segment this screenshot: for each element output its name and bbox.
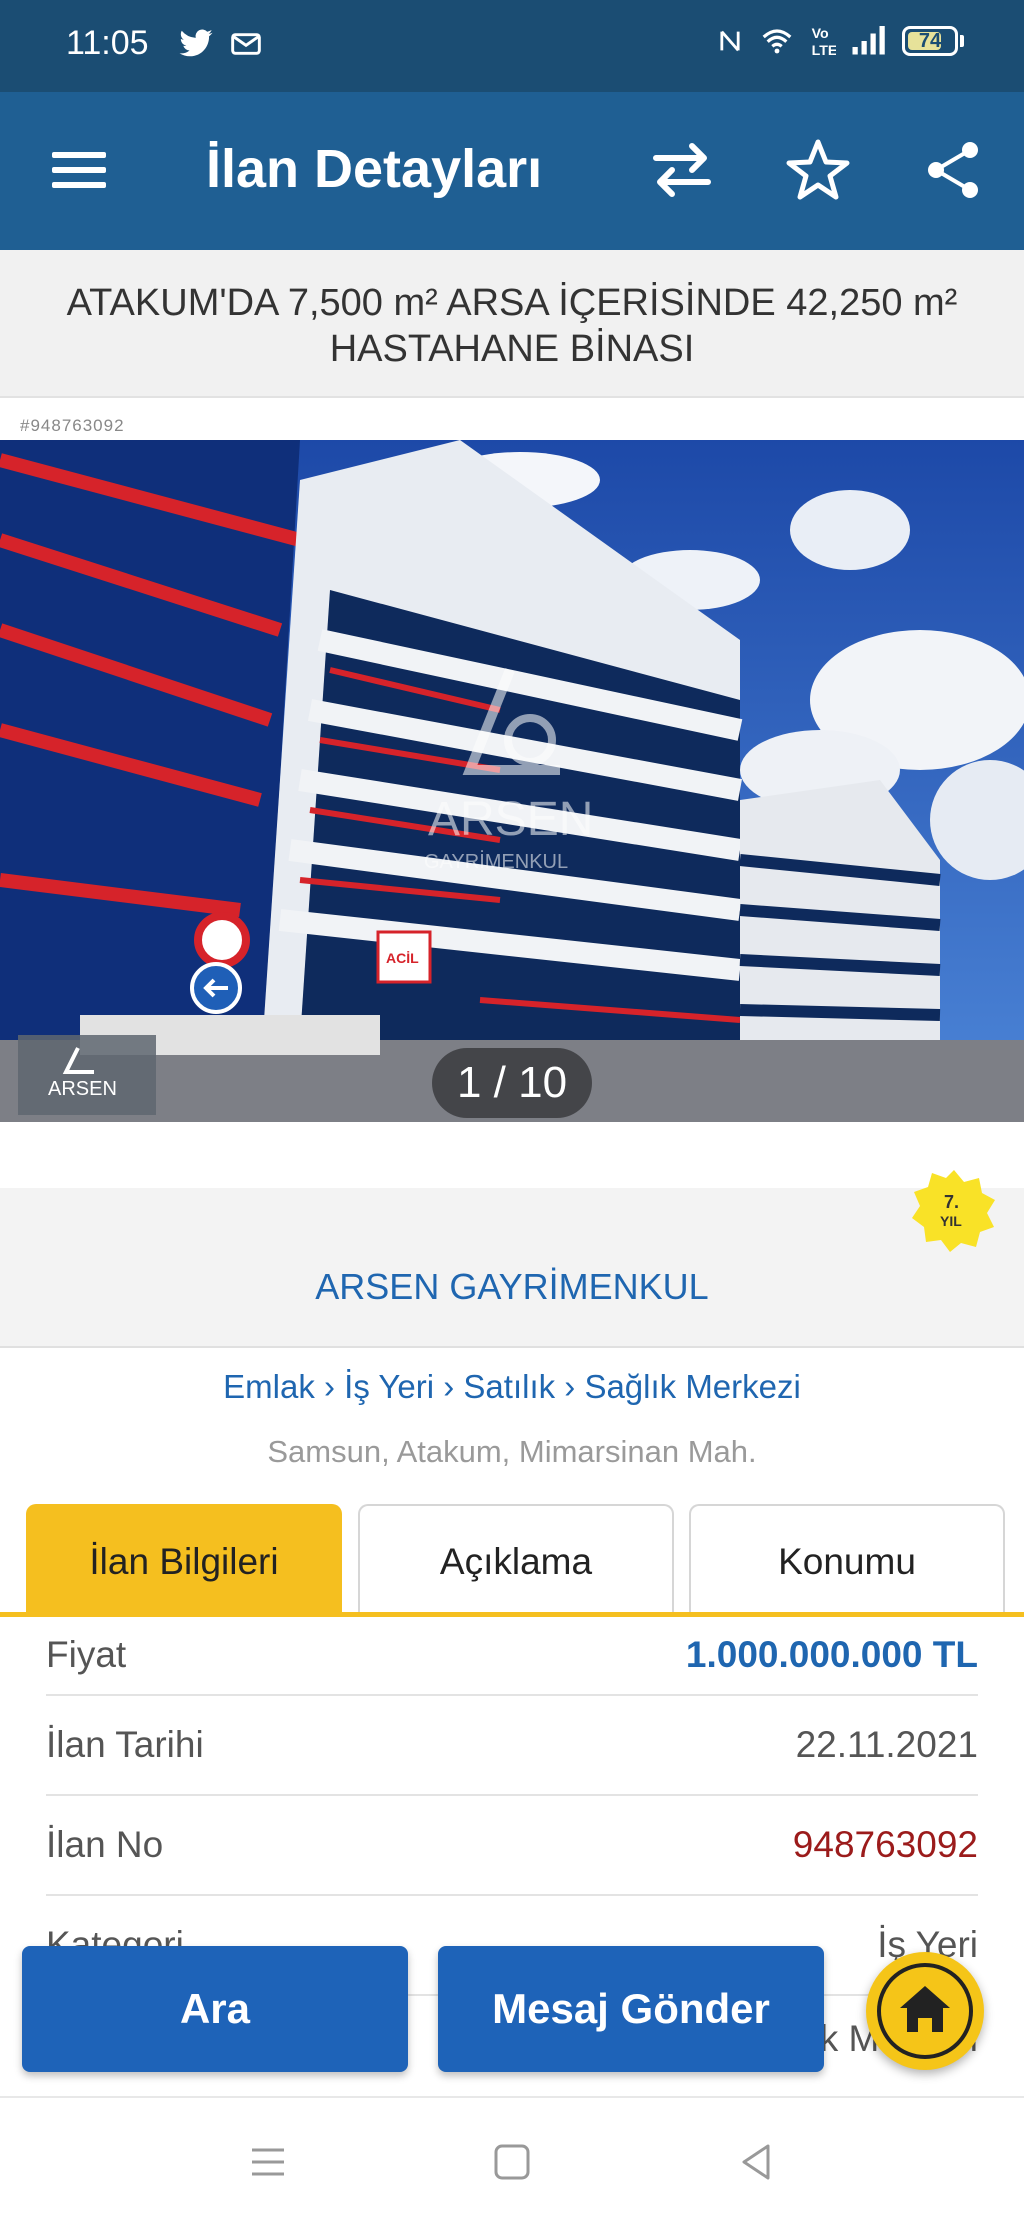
corner-watermark-text: ARSEN [48, 1078, 117, 1100]
photo-counter: 1 / 10 [432, 1048, 592, 1118]
tab-ilan-bilgileri[interactable]: İlan Bilgileri [26, 1504, 342, 1614]
status-right: Vo LTE 74 [716, 24, 964, 58]
nfc-icon [720, 30, 740, 52]
years-badge-icon: 7. YIL [912, 1170, 995, 1252]
svg-text:GAYRİMENKUL: GAYRİMENKUL [424, 850, 568, 873]
info-label: Fiyat [46, 1634, 127, 1675]
tab-aciklama[interactable]: Açıklama [358, 1504, 674, 1614]
system-nav-bar [0, 2096, 1024, 2220]
home-nav-icon[interactable] [488, 2138, 536, 2186]
breadcrumb-separator: › [434, 1368, 464, 1405]
wifi-icon [762, 29, 792, 54]
breadcrumb-separator: › [314, 1368, 345, 1405]
breadcrumb-separator: › [555, 1368, 585, 1405]
battery-icon: 74 [902, 26, 958, 56]
home-button[interactable] [866, 1952, 984, 2070]
info-row-listing-no: İlan No 948763092 [46, 1796, 978, 1896]
breadcrumb-item[interactable]: İş Yeri [344, 1368, 434, 1405]
svg-text:ARSEN: ARSEN [428, 793, 593, 846]
battery-tip [960, 35, 964, 47]
signal-icon [852, 26, 885, 55]
status-bar: 11:05 Vo LTE 74 [0, 0, 1024, 92]
info-label: İlan Tarihi [46, 1724, 204, 1765]
svg-text:7.: 7. [944, 1192, 959, 1212]
back-icon[interactable] [732, 2138, 780, 2186]
breadcrumb: Emlak › İş Yeri › Satılık › Sağlık Merke… [0, 1368, 1024, 1406]
svg-text:YIL: YIL [940, 1213, 962, 1229]
info-value-price: 1.000.000.000 TL [685, 1634, 978, 1675]
recent-apps-icon[interactable] [244, 2138, 292, 2186]
page-title: İlan Detayları [206, 139, 543, 199]
sim-message-icon [231, 33, 261, 55]
svg-text:LTE: LTE [812, 43, 836, 58]
agency-name[interactable]: ARSEN GAYRİMENKUL [0, 1266, 1024, 1308]
share-icon[interactable] [918, 134, 990, 206]
app-bar: İlan Detayları [0, 92, 1024, 250]
breadcrumb-item[interactable]: Emlak [223, 1368, 315, 1405]
call-button[interactable]: Ara [22, 1946, 408, 2072]
building-photo-illustration: ACİL ARSEN GAYRİMENKUL ARSEN [0, 440, 1024, 1122]
acil-sign-text: ACİL [386, 950, 419, 966]
agency-section: ARSEN GAYRİMENKUL [0, 1188, 1024, 1348]
send-message-button[interactable]: Mesaj Gönder [438, 1946, 824, 2072]
breadcrumb-item[interactable]: Sağlık Merkezi [584, 1368, 800, 1405]
volte-icon: VoLTE [812, 26, 836, 58]
menu-icon[interactable] [44, 134, 116, 206]
star-icon[interactable] [782, 134, 854, 206]
tab-bar: İlan Bilgileri Açıklama Konumu [0, 1504, 1024, 1616]
info-row-price: Fiyat 1.000.000.000 TL [46, 1614, 978, 1696]
twitter-icon [179, 29, 213, 57]
battery-level: 74 [918, 29, 942, 52]
info-row-date: İlan Tarihi 22.11.2021 [46, 1696, 978, 1796]
breadcrumb-item[interactable]: Satılık [463, 1368, 555, 1405]
info-value-date: 22.11.2021 [795, 1724, 978, 1765]
home-icon [877, 1963, 973, 2059]
status-time: 11:05 [66, 24, 149, 62]
svg-text:Vo: Vo [812, 26, 829, 42]
listing-location: Samsun, Atakum, Mimarsinan Mah. [267, 1434, 757, 1469]
tab-konumu[interactable]: Konumu [689, 1504, 1005, 1614]
info-label: İlan No [46, 1824, 164, 1865]
info-value-listing-no: 948763092 [792, 1824, 978, 1865]
listing-photo[interactable]: ACİL ARSEN GAYRİMENKUL ARSEN [0, 440, 1024, 1122]
compare-icon[interactable] [646, 134, 718, 206]
listing-id-tag: #948763092 [20, 416, 125, 435]
listing-title: ATAKUM'DA 7,500 m² ARSA İÇERİSİNDE 42,25… [0, 250, 1024, 398]
